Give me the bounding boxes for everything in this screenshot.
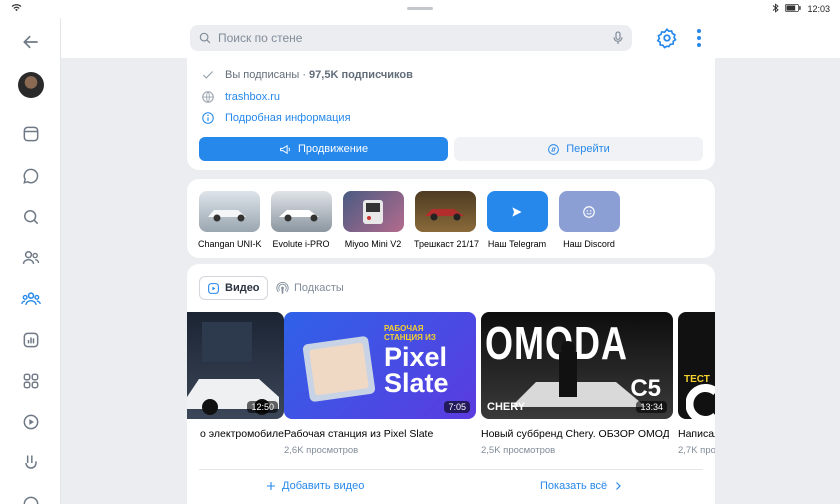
- video-title: о электромобиле: [200, 428, 284, 440]
- more-services-icon[interactable]: [19, 492, 43, 504]
- video-views: 2,6K просмотров: [284, 445, 359, 456]
- story-item[interactable]: Наш Discord: [558, 191, 620, 249]
- video-duration: 7:05: [444, 401, 470, 413]
- story-thumbnail: [414, 191, 476, 232]
- video-item[interactable]: OMODA CHERY C5 13:34 Новый суббренд Cher…: [481, 312, 673, 456]
- compass-icon: [548, 143, 560, 155]
- chevron-right-icon: [616, 482, 622, 490]
- story-thumbnail: [198, 191, 260, 232]
- thumb-caption-2: станция из: [384, 333, 436, 342]
- thumb-title-1: Pixel: [384, 342, 448, 372]
- avatar[interactable]: [18, 72, 44, 98]
- play-square-icon: [208, 282, 219, 294]
- tab-video-label: Видео: [225, 282, 260, 294]
- tab-podcasts[interactable]: Подкасты: [269, 276, 351, 300]
- subscriber-count: 97,5K подписчиков: [309, 69, 413, 81]
- friends-icon[interactable]: [19, 246, 43, 270]
- video-duration: 13:34: [636, 401, 667, 413]
- services-icon[interactable]: [19, 369, 43, 393]
- back-arrow-icon[interactable]: [19, 30, 43, 54]
- story-item[interactable]: Miyoo Mini V2: [342, 191, 404, 249]
- community-info-card: Вы подписаны · 97,5K подписчиков trashbo…: [187, 58, 715, 170]
- details-link[interactable]: Подробная информация: [225, 112, 351, 124]
- more-vertical-icon[interactable]: [690, 27, 708, 49]
- info-icon: [202, 112, 214, 124]
- story-label: Evolute i-PRO: [272, 239, 330, 249]
- globe-icon: [202, 91, 214, 103]
- website-row: trashbox.ru: [201, 90, 280, 104]
- video-item[interactable]: ТЕСТ Написал 2,7K просм: [678, 312, 715, 456]
- story-label: Наш Telegram: [487, 239, 547, 249]
- search-input[interactable]: [218, 31, 598, 45]
- megaphone-icon: [280, 144, 290, 154]
- navigation-rail: [0, 18, 61, 504]
- show-all-button[interactable]: Показать всё: [540, 480, 624, 492]
- video-title: Новый суббренд Chery. ОБЗОР ОМОДА C5: [481, 428, 669, 440]
- show-all-label: Показать всё: [540, 480, 608, 492]
- wall-search[interactable]: [190, 25, 632, 51]
- clips-icon[interactable]: [19, 451, 43, 475]
- bluetooth-icon: [772, 3, 780, 15]
- video-item[interactable]: 12:50 о электромобиле: [187, 312, 284, 440]
- video-views: 2,5K просмотров: [481, 445, 556, 456]
- discord-icon: [558, 191, 620, 232]
- tab-video[interactable]: Видео: [199, 276, 268, 300]
- drag-handle[interactable]: [407, 7, 433, 10]
- podcast-icon: [276, 281, 289, 294]
- divider: [199, 469, 703, 470]
- thumb-brand: CHERY: [487, 401, 526, 413]
- video-title: Рабочая станция из Pixel Slate: [284, 428, 434, 440]
- thumb-model: C5: [630, 375, 661, 402]
- details-row: Подробная информация: [201, 111, 351, 125]
- story-item[interactable]: Evolute i-PRO: [270, 191, 332, 249]
- video-thumbnail: ТЕСТ: [678, 312, 715, 419]
- add-video-button[interactable]: Добавить видео: [265, 480, 364, 492]
- subscribed-label: Вы подписаны: [225, 69, 300, 81]
- thumb-caption-1: Рабочая: [384, 324, 424, 333]
- story-item[interactable]: Трешкаст 21/17: [414, 191, 480, 249]
- video-icon[interactable]: [19, 410, 43, 434]
- separator: ·: [302, 69, 306, 81]
- video-duration: 12:50: [247, 401, 278, 413]
- story-label: Наш Discord: [563, 239, 615, 249]
- promote-label: Продвижение: [297, 143, 369, 155]
- check-icon: [202, 71, 214, 79]
- stories-card: Changan UNI-K Evolute i-PRO Miyoo Mini V…: [187, 179, 715, 258]
- wifi-icon: [11, 3, 22, 14]
- stats-icon[interactable]: [19, 328, 43, 352]
- messages-icon[interactable]: [19, 164, 43, 188]
- news-icon[interactable]: [19, 122, 43, 146]
- subscription-row: Вы подписаны · 97,5K подписчиков: [201, 68, 413, 82]
- story-label: Трешкаст 21/17: [414, 239, 480, 249]
- story-label: Miyoo Mini V2: [344, 239, 402, 249]
- clock: 12:03: [807, 4, 830, 14]
- go-label: Перейти: [566, 143, 610, 155]
- video-thumbnail: 12:50: [187, 312, 284, 419]
- story-thumbnail: [342, 191, 404, 232]
- story-thumbnail: [270, 191, 332, 232]
- promote-button[interactable]: Продвижение: [199, 137, 448, 161]
- video-carousel[interactable]: 12:50 о электромобиле Рабочая станция из…: [187, 312, 715, 462]
- story-item[interactable]: Наш Telegram: [486, 191, 548, 249]
- search-icon: [199, 32, 211, 44]
- plus-icon: [267, 482, 275, 490]
- website-link[interactable]: trashbox.ru: [225, 91, 280, 103]
- battery-icon: [785, 4, 802, 14]
- add-video-label: Добавить видео: [282, 480, 365, 492]
- video-thumbnail: Рабочая станция из Pixel Slate 7:05: [284, 312, 476, 419]
- video-views: 2,7K просм: [678, 445, 715, 456]
- video-thumbnail: OMODA CHERY C5 13:34: [481, 312, 673, 419]
- tab-podcasts-label: Подкасты: [294, 282, 344, 294]
- gear-icon[interactable]: [656, 27, 678, 49]
- telegram-icon: [486, 191, 548, 232]
- microphone-icon[interactable]: [610, 30, 626, 46]
- video-item[interactable]: Рабочая станция из Pixel Slate 7:05 Рабо…: [284, 312, 476, 456]
- video-title: Написал: [678, 428, 715, 440]
- go-button[interactable]: Перейти: [454, 137, 703, 161]
- communities-icon[interactable]: [19, 287, 43, 311]
- thumb-title-2: Slate: [384, 368, 449, 398]
- story-label: Changan UNI-K: [198, 239, 262, 249]
- search-icon[interactable]: [19, 205, 43, 229]
- story-item[interactable]: Changan UNI-K: [198, 191, 262, 249]
